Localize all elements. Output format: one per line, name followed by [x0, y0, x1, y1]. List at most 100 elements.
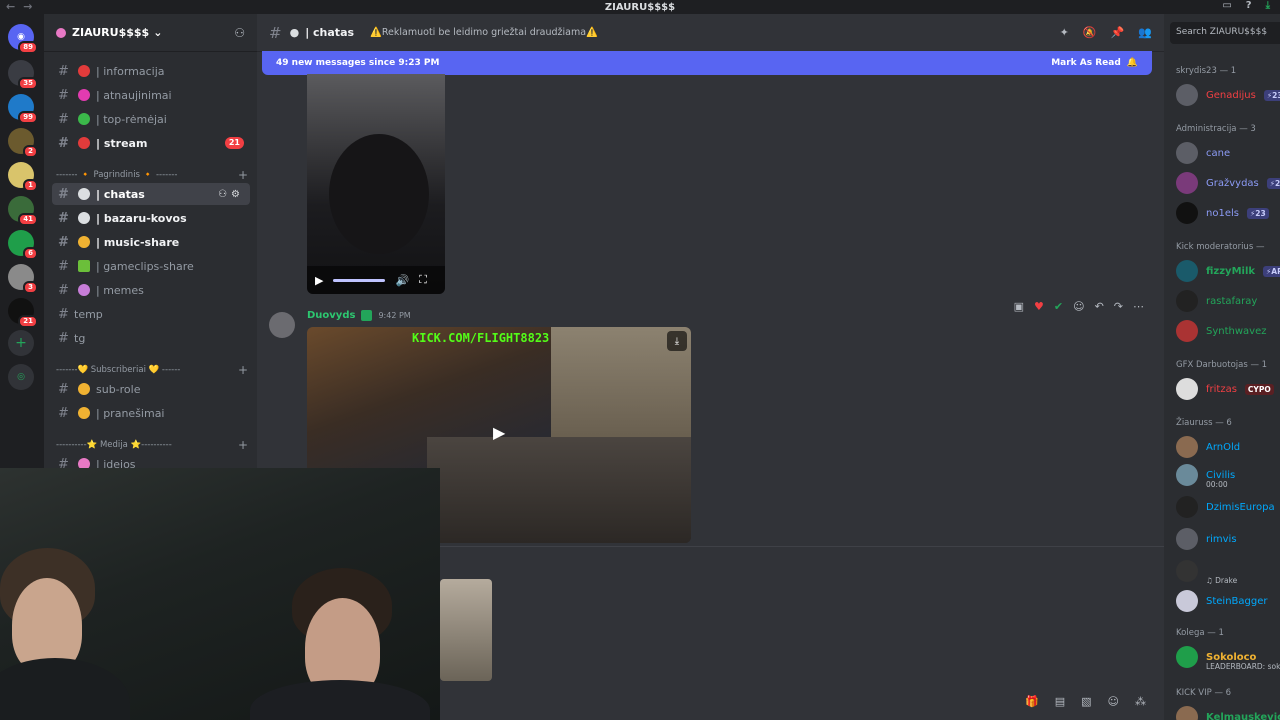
play-icon[interactable]: ▶	[493, 423, 513, 443]
message-header: Duovyds 9:42 PM	[307, 310, 411, 321]
threads-icon[interactable]: ✦	[1060, 26, 1069, 39]
member-item[interactable]: Genadijus ⚡23	[1176, 84, 1280, 106]
member-item[interactable]: Kelmauskevic	[1176, 706, 1280, 720]
add-server-icon[interactable]: +	[8, 330, 34, 356]
server-icon[interactable]: 41	[8, 196, 38, 226]
heart-reaction-icon[interactable]: ♥	[1034, 300, 1044, 313]
member-item[interactable]: no1els ⚡23	[1176, 202, 1269, 224]
help-icon[interactable]: ?	[1246, 0, 1252, 11]
avatar[interactable]	[269, 312, 295, 338]
new-messages-bar[interactable]: 49 new messages since 9:23 PM Mark As Re…	[262, 51, 1152, 75]
avatar	[1176, 706, 1198, 720]
hash-icon: #	[58, 135, 69, 151]
member-item[interactable]: Gražvydas⚡23	[1176, 172, 1280, 194]
reaction-emoji-icon[interactable]: ▣	[1014, 300, 1024, 313]
member-item[interactable]: fritzas CYPO	[1176, 378, 1274, 400]
member-item[interactable]: SteinBagger	[1176, 590, 1267, 612]
member-item[interactable]: DzimisEuropa	[1176, 496, 1275, 518]
channel-tg[interactable]: # tg	[52, 327, 250, 349]
member-group-title: GFX Darbuotojas — 1	[1176, 360, 1268, 370]
server-header[interactable]: ZIAURU$$$$ ⌄ ⚇	[44, 14, 257, 52]
channel-chatas[interactable]: # | chatas ⚇⚙	[52, 183, 250, 205]
mark-as-read-button[interactable]: Mark As Read	[1051, 58, 1121, 68]
member-group-title: Kick moderatorius —	[1176, 242, 1265, 252]
member-item[interactable]: ♫ Drake	[1176, 560, 1237, 585]
add-channel-icon[interactable]: +	[238, 168, 248, 182]
progress-slider[interactable]	[333, 278, 386, 282]
server-icon[interactable]: 99	[8, 94, 38, 124]
avatar	[1176, 202, 1198, 224]
search-input[interactable]: Search ZIAURU$$$$	[1170, 22, 1280, 44]
member-item[interactable]: fizzyMilk⚡ARC	[1176, 260, 1280, 282]
member-item[interactable]: ArnOld	[1176, 436, 1240, 458]
mute-icon[interactable]: 🔕	[1083, 26, 1097, 39]
server-icon[interactable]: 6	[8, 230, 38, 260]
channel-informacija[interactable]: # | informacija	[52, 60, 250, 82]
member-item[interactable]: Civilis 00:00	[1176, 464, 1235, 489]
apps-icon[interactable]: ⁂	[1135, 695, 1146, 708]
channel-sub-role[interactable]: # sub-role	[52, 378, 250, 400]
video-attachment[interactable]: ▶ 🔊 ⛶	[307, 74, 445, 294]
more-icon[interactable]: ⋯	[1133, 300, 1144, 313]
explore-icon[interactable]: ◎	[8, 364, 34, 390]
play-icon[interactable]: ▶	[315, 274, 323, 287]
nav-arrows-icon[interactable]: ←→	[6, 0, 40, 13]
download-icon[interactable]: ⤓	[667, 331, 687, 351]
channel-top-remejai[interactable]: # | top-rėmėjai	[52, 108, 250, 130]
member-list-icon[interactable]: 👥	[1138, 26, 1152, 39]
volume-icon[interactable]: 🔊	[395, 274, 409, 287]
home-icon[interactable]: ◉ 89	[8, 24, 38, 54]
channel-stream[interactable]: # | stream 21	[52, 132, 250, 154]
server-icon[interactable]: 3	[8, 264, 38, 294]
avatar	[1176, 378, 1198, 400]
add-channel-icon[interactable]: +	[238, 363, 248, 377]
channel-memes[interactable]: # | memes	[52, 279, 250, 301]
timestamp: 9:42 PM	[378, 311, 411, 320]
sticker-icon[interactable]: ▧	[1081, 695, 1091, 708]
check-reaction-icon[interactable]: ✔	[1054, 300, 1063, 313]
reply-icon[interactable]: ↶	[1095, 300, 1104, 313]
gift-icon[interactable]: 🎁	[1025, 695, 1039, 708]
server-icon[interactable]: 1	[8, 162, 38, 192]
emoji-icon[interactable]: ☺	[1108, 695, 1119, 708]
channel-temp[interactable]: # temp	[52, 303, 250, 325]
image-attachment[interactable]	[440, 579, 492, 681]
hash-icon: #	[58, 405, 69, 421]
channel-topic[interactable]: ⚠️Reklamuoti be leidimo griežtai draudži…	[370, 27, 598, 38]
author-name[interactable]: Duovyds	[307, 310, 355, 321]
member-item[interactable]: Sokoloco LEADERBOARD: sok	[1176, 646, 1280, 671]
server-icon[interactable]: 21	[8, 298, 38, 328]
channel-emoji-icon	[78, 236, 90, 248]
pin-icon[interactable]: 📌	[1111, 26, 1125, 39]
channel-bazaru-kovos[interactable]: # | bazaru-kovos	[52, 207, 250, 229]
category-medija[interactable]: ----------⭐ Medija ⭐---------- +	[56, 438, 248, 452]
mention-badge: 21	[224, 137, 244, 149]
server-icon[interactable]: 2	[8, 128, 38, 158]
category-pagrindinis[interactable]: ------- 🔸 Pagrindinis 🔸 ------- +	[56, 168, 248, 182]
member-item[interactable]: cane	[1176, 142, 1230, 164]
message-actions: ▣ ♥ ✔ ☺ ↶ ↷ ⋯	[1014, 300, 1144, 313]
forward-icon[interactable]: ↷	[1114, 300, 1123, 313]
channel-pranesimai[interactable]: # | pranešimai	[52, 402, 250, 424]
download-icon[interactable]: ⤓	[1266, 0, 1270, 11]
add-channel-icon[interactable]: +	[238, 438, 248, 452]
titlebar-actions: ▭ ? ⤓	[1222, 0, 1270, 11]
channel-atnaujinimai[interactable]: # | atnaujinimai	[52, 84, 250, 106]
member-item[interactable]: rastafaray	[1176, 290, 1257, 312]
member-item[interactable]: Synthwavez	[1176, 320, 1267, 342]
channel-music-share[interactable]: # | music-share	[52, 231, 250, 253]
server-icon[interactable]: 35	[8, 60, 38, 90]
avatar	[1176, 464, 1198, 486]
gif-icon[interactable]: ▤	[1055, 695, 1065, 708]
channel-settings-icon[interactable]: ⚇⚙	[218, 189, 244, 200]
inbox-icon[interactable]: ▭	[1222, 0, 1231, 11]
speech-bubble-icon	[78, 188, 90, 200]
add-member-icon[interactable]: ⚇	[234, 26, 245, 40]
member-item[interactable]: rimvis	[1176, 528, 1237, 550]
category-subscriberiai[interactable]: -------💛 Subscriberiai 💛 ------ +	[56, 363, 248, 377]
video-overlay-text: KICK.COM/FLIGHT8823	[412, 331, 550, 345]
fullscreen-icon[interactable]: ⛶	[419, 273, 427, 287]
add-reaction-icon[interactable]: ☺	[1073, 300, 1084, 313]
member-group-title: Kolega — 1	[1176, 628, 1224, 638]
channel-gameclips-share[interactable]: # | gameclips-share	[52, 255, 250, 277]
